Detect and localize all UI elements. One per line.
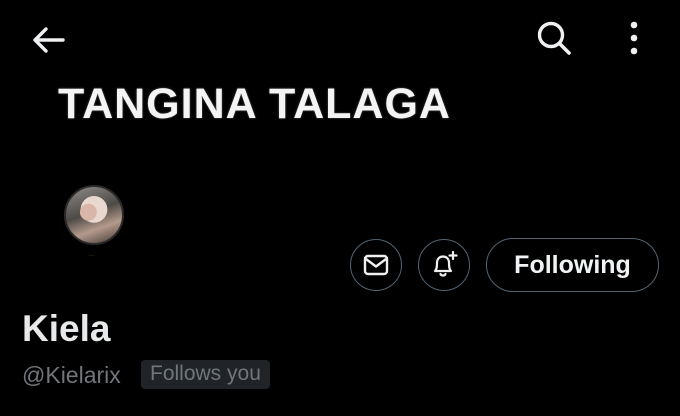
search-icon — [537, 21, 571, 55]
message-button[interactable] — [350, 239, 402, 291]
arrow-left-icon — [33, 27, 65, 53]
bell-plus-icon — [433, 250, 458, 277]
more-vertical-icon — [630, 21, 638, 55]
back-button[interactable] — [24, 18, 72, 62]
following-button[interactable]: Following — [486, 238, 659, 292]
user-handle: @Kielarix — [22, 362, 121, 388]
banner-text: TANGINA TALAGA — [58, 80, 451, 128]
display-name: Kiela — [22, 308, 111, 349]
notifications-button[interactable] — [418, 239, 470, 291]
avatar-photo — [64, 185, 124, 245]
envelope-icon — [363, 254, 389, 276]
profile-banner[interactable]: TANGINA TALAGA — [0, 0, 680, 180]
follows-you-badge: Follows you — [141, 360, 270, 389]
profile-avatar[interactable] — [44, 185, 128, 261]
search-button[interactable] — [530, 16, 578, 60]
more-options-button[interactable] — [614, 16, 654, 60]
